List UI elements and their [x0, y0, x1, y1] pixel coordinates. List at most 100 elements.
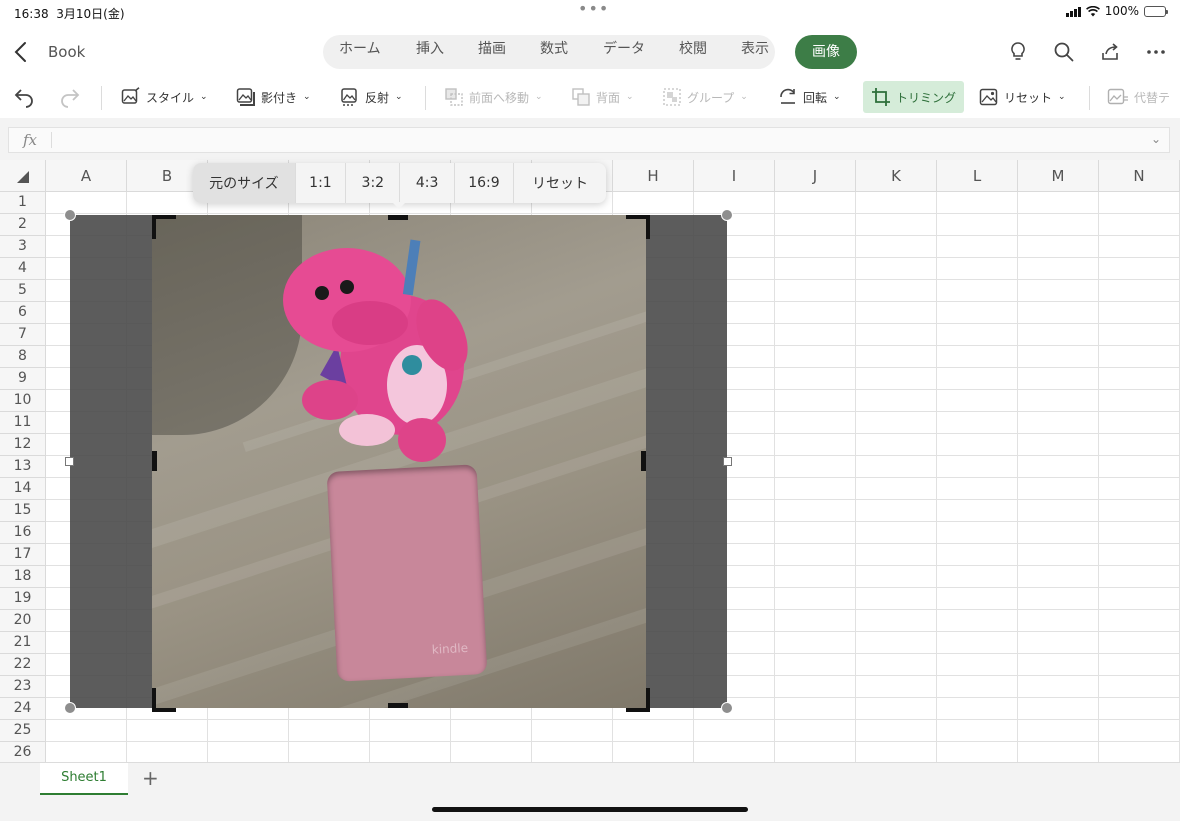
- row-header[interactable]: 7: [0, 324, 46, 346]
- share-icon[interactable]: [1099, 40, 1123, 64]
- undo-icon[interactable]: [12, 85, 36, 109]
- column-header[interactable]: J: [775, 160, 856, 192]
- bring-forward-label: 前面へ移動: [469, 90, 530, 105]
- row-header[interactable]: 17: [0, 544, 46, 566]
- row-header[interactable]: 20: [0, 610, 46, 632]
- add-sheet-button[interactable]: +: [142, 766, 159, 790]
- crop-reset-button[interactable]: リセット: [514, 163, 606, 203]
- row-header[interactable]: 21: [0, 632, 46, 654]
- home-indicator[interactable]: [432, 807, 748, 812]
- crop-label: トリミング: [896, 90, 957, 105]
- select-all-corner[interactable]: [0, 160, 46, 192]
- column-header[interactable]: L: [937, 160, 1018, 192]
- row-header[interactable]: 22: [0, 654, 46, 676]
- bring-forward-button[interactable]: 前面へ移動 ⌄: [444, 81, 543, 113]
- resize-handle-top-right[interactable]: [721, 209, 733, 221]
- row-header[interactable]: 23: [0, 676, 46, 698]
- tab-view[interactable]: 表示: [741, 38, 769, 58]
- search-icon[interactable]: [1052, 40, 1076, 64]
- resize-handle-bottom-right[interactable]: [721, 702, 733, 714]
- row-header[interactable]: 11: [0, 412, 46, 434]
- row-header[interactable]: 12: [0, 434, 46, 456]
- tab-data[interactable]: データ: [603, 38, 645, 58]
- column-header[interactable]: I: [694, 160, 775, 192]
- row-header[interactable]: 4: [0, 258, 46, 280]
- crop-handle-bottom[interactable]: [388, 703, 408, 708]
- send-backward-button[interactable]: 背面 ⌄: [571, 81, 634, 113]
- rotate-button[interactable]: 回転 ⌄: [778, 81, 841, 113]
- row-header[interactable]: 15: [0, 500, 46, 522]
- crop-handle-top-right[interactable]: [626, 215, 650, 239]
- crop-button[interactable]: トリミング: [863, 81, 965, 113]
- resize-handle-top-left[interactable]: [64, 209, 76, 221]
- crop-handle-left[interactable]: [152, 451, 157, 471]
- row-header[interactable]: 3: [0, 236, 46, 258]
- style-button[interactable]: スタイル ⌄: [121, 81, 208, 113]
- row-header[interactable]: 1: [0, 192, 46, 214]
- row-header[interactable]: 9: [0, 368, 46, 390]
- tab-formulas[interactable]: 数式: [540, 38, 568, 58]
- formula-input[interactable]: fx ⌄: [8, 127, 1170, 153]
- chevron-down-icon: ⌄: [1058, 92, 1066, 102]
- ribbon-divider: [425, 86, 426, 110]
- tab-review[interactable]: 校閲: [679, 38, 707, 58]
- more-options-icon[interactable]: [1144, 40, 1168, 64]
- row-header[interactable]: 13: [0, 456, 46, 478]
- row-header[interactable]: 6: [0, 302, 46, 324]
- tab-picture[interactable]: 画像: [795, 35, 857, 69]
- resize-handle-right[interactable]: [723, 457, 732, 466]
- tab-draw[interactable]: 描画: [478, 38, 506, 58]
- plush-toy-picture: [283, 239, 468, 462]
- column-header[interactable]: H: [613, 160, 694, 192]
- lightbulb-icon[interactable]: [1006, 40, 1030, 64]
- row-header[interactable]: 19: [0, 588, 46, 610]
- row-header[interactable]: 26: [0, 742, 46, 762]
- reset-picture-button[interactable]: リセット ⌄: [979, 81, 1066, 113]
- tab-home[interactable]: ホーム: [339, 38, 381, 58]
- column-header[interactable]: K: [856, 160, 937, 192]
- ribbon-divider: [101, 86, 102, 110]
- crop-handle-top-left[interactable]: [152, 215, 176, 239]
- row-header[interactable]: 25: [0, 720, 46, 742]
- ratio-1-1-button[interactable]: 1:1: [296, 163, 347, 203]
- column-header[interactable]: M: [1018, 160, 1099, 192]
- row-header[interactable]: 14: [0, 478, 46, 500]
- redo-icon[interactable]: [58, 85, 82, 109]
- row-header[interactable]: 16: [0, 522, 46, 544]
- alt-text-button[interactable]: 代替テ: [1107, 81, 1170, 113]
- multitask-dots-icon[interactable]: •••: [578, 0, 609, 18]
- sheet-tab-bar: Sheet1 +: [0, 762, 1180, 821]
- row-header[interactable]: 2: [0, 214, 46, 236]
- row-header[interactable]: 10: [0, 390, 46, 412]
- crop-handle-top[interactable]: [388, 215, 408, 220]
- fx-icon[interactable]: fx: [23, 131, 37, 149]
- crop-handle-bottom-right[interactable]: [626, 688, 650, 712]
- row-header[interactable]: 18: [0, 566, 46, 588]
- chevron-down-icon[interactable]: ⌄: [1151, 132, 1161, 146]
- ratio-16-9-button[interactable]: 16:9: [455, 163, 515, 203]
- sheet-tab-sheet1[interactable]: Sheet1: [40, 763, 128, 795]
- column-header[interactable]: N: [1099, 160, 1180, 192]
- shadow-button[interactable]: 影付き ⌄: [236, 81, 311, 113]
- reflection-button[interactable]: 反射 ⌄: [340, 81, 403, 113]
- crop-aspect-popup: 元のサイズ 1:1 3:2 4:3 16:9 リセット: [193, 163, 606, 203]
- picture-ribbon: スタイル ⌄ 影付き ⌄ 反射 ⌄ 前面へ移動 ⌄ 背面 ⌄ グループ ⌄ 回転 ⌄ トリミン…: [0, 78, 1180, 118]
- tab-insert[interactable]: 挿入: [416, 38, 444, 58]
- wifi-icon: [1085, 5, 1100, 16]
- column-header[interactable]: A: [46, 160, 127, 192]
- ratio-3-2-button[interactable]: 3:2: [346, 163, 401, 203]
- document-title[interactable]: Book: [48, 43, 85, 61]
- row-header[interactable]: 24: [0, 698, 46, 720]
- selected-picture[interactable]: kindle: [64, 209, 733, 714]
- resize-handle-left[interactable]: [65, 457, 74, 466]
- crop-handle-bottom-left[interactable]: [152, 688, 176, 712]
- group-button[interactable]: グループ ⌄: [662, 81, 748, 113]
- original-size-button[interactable]: 元のサイズ: [193, 163, 296, 203]
- row-header[interactable]: 8: [0, 346, 46, 368]
- crop-handle-right[interactable]: [641, 451, 646, 471]
- resize-handle-bottom-left[interactable]: [64, 702, 76, 714]
- back-chevron-icon[interactable]: [10, 40, 32, 64]
- ratio-4-3-button[interactable]: 4:3: [400, 163, 455, 203]
- chevron-down-icon: ⌄: [833, 92, 841, 102]
- row-header[interactable]: 5: [0, 280, 46, 302]
